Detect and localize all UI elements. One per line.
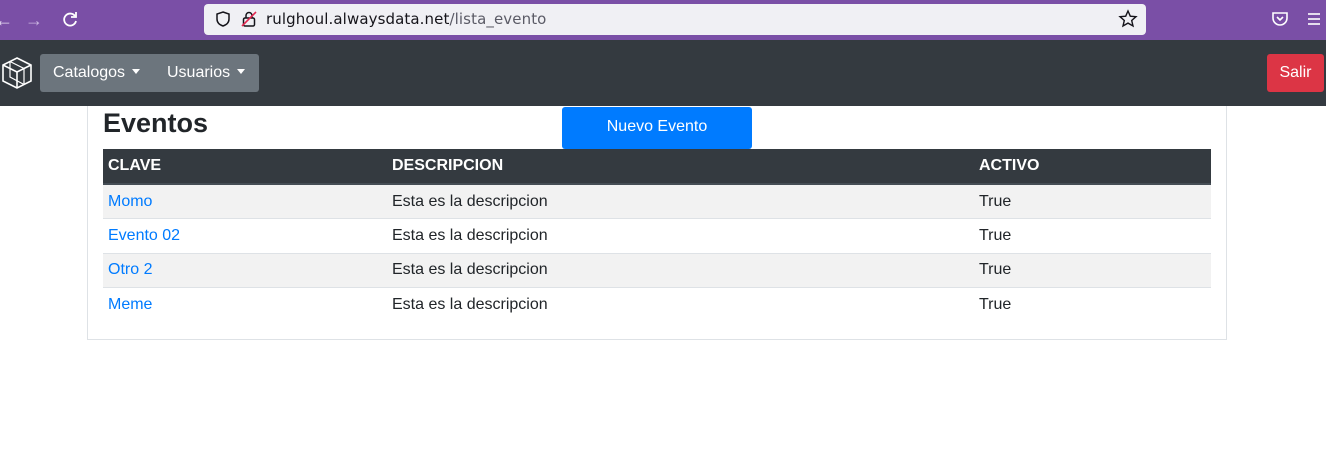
- cell-clave: Evento 02: [103, 218, 387, 253]
- cell-clave: Otro 2: [103, 252, 387, 288]
- caret-down-icon: [237, 69, 246, 74]
- app-navbar: Catalogos Usuarios Salir: [0, 40, 1326, 106]
- page-title: Eventos: [103, 108, 209, 138]
- pocket-icon[interactable]: [1270, 9, 1290, 29]
- table-row: Otro 2 Esta es la descripcion True: [103, 252, 1211, 288]
- clave-link[interactable]: Momo: [108, 193, 152, 210]
- clave-link[interactable]: Otro 2: [108, 261, 152, 278]
- catalogos-dropdown[interactable]: Catalogos: [40, 54, 154, 92]
- cell-descripcion: Esta es la descripcion: [387, 218, 974, 253]
- cell-activo: True: [974, 252, 1211, 288]
- header-activo[interactable]: ACTIVO: [974, 149, 1211, 185]
- table-row: Momo Esta es la descripcion True: [103, 183, 1211, 219]
- cube-logo-icon[interactable]: [0, 56, 34, 90]
- cell-clave: Momo: [103, 183, 387, 219]
- url-text: rulghoul.alwaysdata.net/lista_evento: [266, 10, 546, 28]
- cell-descripcion: Esta es la descripcion: [387, 287, 974, 322]
- table-row: Meme Esta es la descripcion True: [103, 287, 1211, 322]
- forward-arrow-icon[interactable]: →: [22, 8, 46, 32]
- clave-link[interactable]: Meme: [108, 296, 152, 313]
- table-row: Evento 02 Esta es la descripcion True: [103, 218, 1211, 253]
- cell-clave: Meme: [103, 287, 387, 322]
- url-path: /lista_evento: [449, 10, 547, 28]
- header-clave[interactable]: CLAVE: [103, 149, 387, 185]
- shield-icon[interactable]: [214, 10, 232, 28]
- usuarios-label: Usuarios: [167, 64, 231, 81]
- cell-activo: True: [974, 287, 1211, 322]
- cell-activo: True: [974, 218, 1211, 253]
- cell-descripcion: Esta es la descripcion: [387, 252, 974, 288]
- back-arrow-icon[interactable]: ←: [0, 8, 16, 32]
- nuevo-evento-button[interactable]: Nuevo Evento: [562, 107, 752, 149]
- url-host: rulghoul.alwaysdata.net: [266, 10, 450, 28]
- cell-activo: True: [974, 183, 1211, 219]
- star-icon[interactable]: [1118, 9, 1138, 29]
- clave-link[interactable]: Evento 02: [108, 227, 180, 244]
- salir-button[interactable]: Salir: [1267, 54, 1324, 92]
- reload-icon[interactable]: [58, 8, 82, 32]
- caret-down-icon: [132, 69, 141, 74]
- usuarios-dropdown[interactable]: Usuarios: [154, 54, 259, 92]
- address-bar[interactable]: rulghoul.alwaysdata.net/lista_evento: [204, 4, 1146, 35]
- eventos-table: CLAVE DESCRIPCION ACTIVO Momo Esta es la…: [103, 149, 1211, 322]
- hamburger-menu-icon[interactable]: [1306, 11, 1322, 27]
- catalogos-label: Catalogos: [53, 64, 126, 81]
- table-header-row: CLAVE DESCRIPCION ACTIVO: [103, 149, 1211, 185]
- insecure-lock-icon[interactable]: [240, 10, 258, 28]
- header-descripcion[interactable]: DESCRIPCION: [387, 149, 974, 185]
- browser-toolbar: ← → rulghoul.alwaysdata.net/lista_evento: [0, 0, 1326, 40]
- cell-descripcion: Esta es la descripcion: [387, 183, 974, 219]
